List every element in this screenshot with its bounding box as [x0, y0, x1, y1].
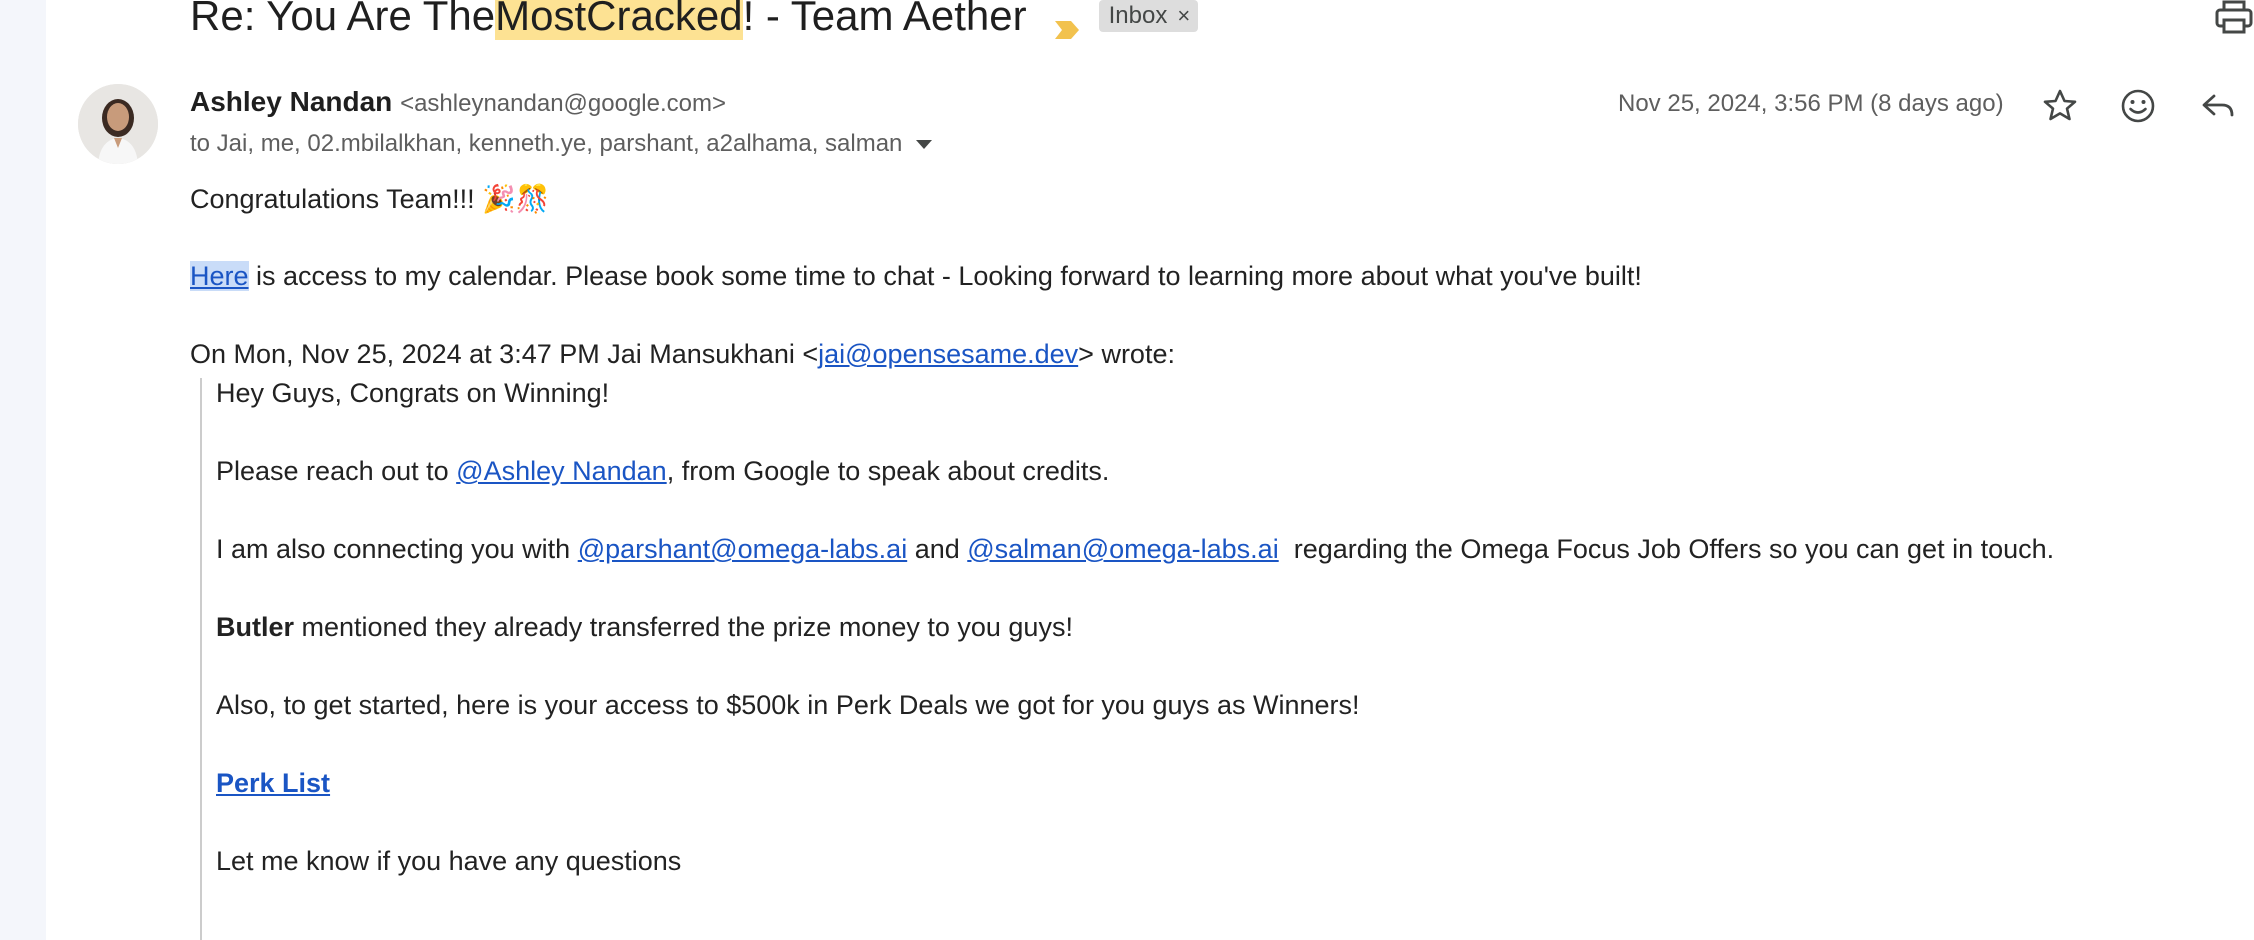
- calendar-line: Here is access to my calendar. Please bo…: [190, 261, 1642, 291]
- mention-parshant[interactable]: @parshant@omega-labs.ai: [578, 534, 907, 564]
- emoji-icon[interactable]: [2118, 86, 2158, 126]
- quote-header: On Mon, Nov 25, 2024 at 3:47 PM Jai Mans…: [190, 339, 1175, 369]
- subject-highlight-most: Most: [495, 0, 587, 40]
- butler-bold: Butler: [216, 612, 295, 642]
- print-icon[interactable]: [2214, 0, 2254, 36]
- message-date: Nov 25, 2024, 3:56 PM (8 days ago): [1618, 90, 2004, 117]
- quoted-line-4: Butler mentioned they already transferre…: [216, 612, 1073, 642]
- sender-line: Ashley Nandan <ashleynandan@google.com>: [190, 86, 726, 118]
- quoted-line-2: Please reach out to @Ashley Nandan, from…: [216, 456, 1110, 486]
- mention-salman[interactable]: @salman@omega-labs.ai: [967, 534, 1278, 564]
- quoted-line-6: Let me know if you have any questions: [216, 846, 682, 876]
- reply-icon[interactable]: [2198, 86, 2238, 126]
- sender-email: <ashleynandan@google.com>: [400, 90, 726, 117]
- mention-ashley-nandan[interactable]: @Ashley Nandan: [456, 456, 667, 486]
- sender-name[interactable]: Ashley Nandan: [190, 86, 392, 117]
- recipients-line: to Jai, me, 02.mbilalkhan, kenneth.ye, p…: [190, 130, 933, 158]
- subject-highlight-cracked: Cracked: [586, 0, 743, 40]
- quoted-line-3: I am also connecting you with @parshant@…: [216, 534, 2055, 564]
- quoted-line-5: Also, to get started, here is your acces…: [216, 690, 1360, 720]
- email-subject: Re: You Are The Most Cracked! - Team Aet…: [190, 0, 1199, 46]
- dropdown-caret-icon[interactable]: [916, 139, 933, 149]
- quoted-line-perk: Perk List: [216, 768, 330, 799]
- perk-list-link[interactable]: Perk List: [216, 768, 330, 798]
- recipients-text: to Jai, me, 02.mbilalkhan, kenneth.ye, p…: [190, 130, 903, 157]
- inbox-label-text: Inbox: [1108, 2, 1168, 29]
- quoted-sender-email-link[interactable]: jai@opensesame.dev: [818, 339, 1078, 369]
- importance-marker-icon[interactable]: [1053, 4, 1081, 39]
- greeting-line: Congratulations Team!!! 🎉🎊: [190, 184, 550, 214]
- left-rail: [0, 0, 46, 940]
- sender-avatar[interactable]: [78, 84, 158, 164]
- subject-suffix: ! - Team Aether: [742, 0, 1027, 39]
- star-icon[interactable]: [2040, 86, 2080, 126]
- calendar-link[interactable]: Here: [190, 261, 249, 291]
- inbox-label-chip: Inbox ×: [1098, 0, 1199, 32]
- quoted-line-1: Hey Guys, Congrats on Winning!: [216, 378, 610, 408]
- remove-label-icon[interactable]: ×: [1177, 3, 1190, 29]
- quote-bar: [200, 378, 202, 940]
- subject-prefix: Re: You Are The: [190, 0, 496, 39]
